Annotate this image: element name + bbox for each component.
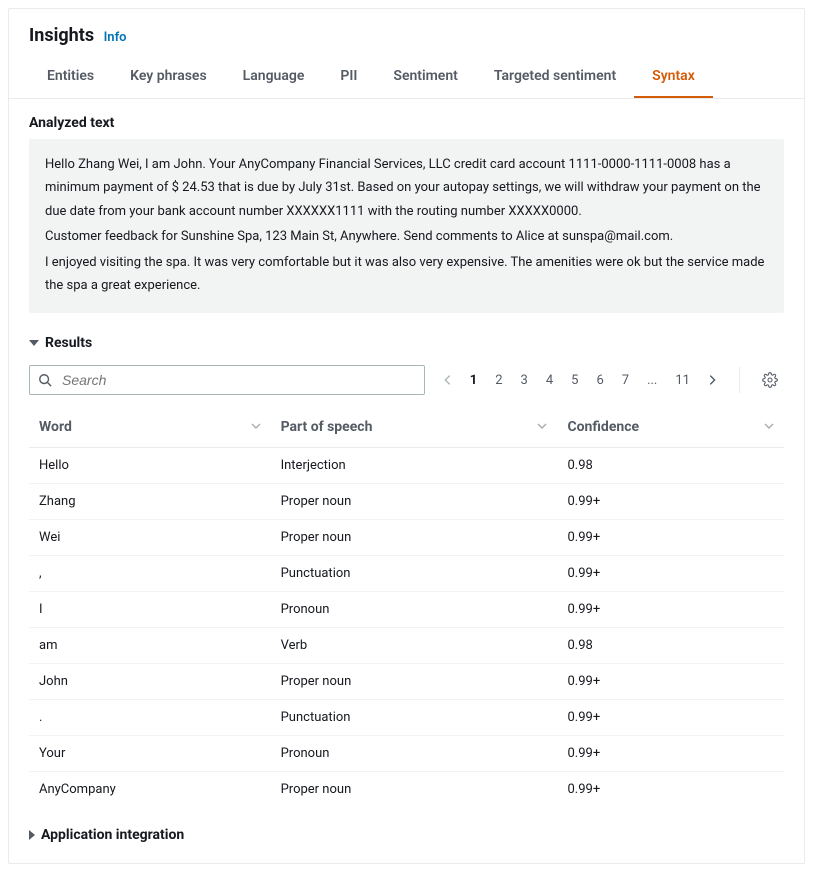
cell-pos: Punctuation xyxy=(271,556,558,592)
pager-page-2[interactable]: 2 xyxy=(488,369,509,392)
cell-pos: Proper noun xyxy=(271,664,558,700)
insights-panel: Insights Info Entities Key phrases Langu… xyxy=(8,8,805,864)
cell-pos: Proper noun xyxy=(271,484,558,520)
cell-word: am xyxy=(29,628,271,664)
results-heading: Results xyxy=(45,335,92,351)
table-row: ,Punctuation0.99+ xyxy=(29,556,784,592)
cell-word: Zhang xyxy=(29,484,271,520)
table-row: AnyCompanyProper noun0.99+ xyxy=(29,772,784,808)
separator xyxy=(739,367,740,393)
table-row: WeiProper noun0.99+ xyxy=(29,520,784,556)
pager-page-7[interactable]: 7 xyxy=(615,369,636,392)
table-row: YourPronoun0.99+ xyxy=(29,736,784,772)
results-toggle[interactable]: Results xyxy=(29,335,784,351)
chevron-left-icon xyxy=(441,373,455,387)
app-integration-toggle[interactable]: Application integration xyxy=(29,827,784,843)
cell-word: , xyxy=(29,556,271,592)
tab-pii[interactable]: PII xyxy=(322,56,375,98)
pager-prev[interactable] xyxy=(437,369,459,391)
pager-page-6[interactable]: 6 xyxy=(589,369,610,392)
table-row: .Punctuation0.99+ xyxy=(29,700,784,736)
column-header-conf[interactable]: Confidence xyxy=(557,407,784,448)
cell-word: Wei xyxy=(29,520,271,556)
tab-entities[interactable]: Entities xyxy=(29,56,112,98)
pager-page-3[interactable]: 3 xyxy=(514,369,535,392)
pager-page-4[interactable]: 4 xyxy=(539,369,560,392)
cell-word: Hello xyxy=(29,448,271,484)
info-link[interactable]: Info xyxy=(104,30,127,45)
table-header-row: Word Part of speech Confidence xyxy=(29,407,784,448)
table-row: HelloInterjection0.98 xyxy=(29,448,784,484)
pager: 1 2 3 4 5 6 7 ... 11 xyxy=(437,365,723,395)
content: Analyzed text Hello Zhang Wei, I am John… xyxy=(9,99,804,863)
search-input[interactable] xyxy=(29,365,425,395)
cell-word: AnyCompany xyxy=(29,772,271,808)
pager-page-11[interactable]: 11 xyxy=(668,369,697,392)
cell-conf: 0.99+ xyxy=(557,736,784,772)
table-row: ZhangProper noun0.99+ xyxy=(29,484,784,520)
analyzed-paragraph: Hello Zhang Wei, I am John. Your AnyComp… xyxy=(45,153,768,223)
settings-button[interactable] xyxy=(756,365,784,395)
cell-word: . xyxy=(29,700,271,736)
analyzed-paragraph: I enjoyed visiting the spa. It was very … xyxy=(45,251,768,298)
pager-page-5[interactable]: 5 xyxy=(564,369,585,392)
cell-conf: 0.99+ xyxy=(557,556,784,592)
table-row: JohnProper noun0.99+ xyxy=(29,664,784,700)
cell-pos: Pronoun xyxy=(271,736,558,772)
caret-right-icon xyxy=(29,830,35,840)
column-header-pos[interactable]: Part of speech xyxy=(271,407,558,448)
cell-conf: 0.99+ xyxy=(557,700,784,736)
cell-pos: Proper noun xyxy=(271,772,558,808)
cell-pos: Proper noun xyxy=(271,520,558,556)
tab-sentiment[interactable]: Sentiment xyxy=(375,56,475,98)
column-header-conf-label: Confidence xyxy=(567,419,639,435)
pager-next[interactable] xyxy=(701,369,723,391)
cell-pos: Interjection xyxy=(271,448,558,484)
analyzed-text-heading: Analyzed text xyxy=(29,115,784,131)
panel-title: Insights xyxy=(29,25,94,46)
app-integration-heading: Application integration xyxy=(41,827,184,843)
analyzed-text-box: Hello Zhang Wei, I am John. Your AnyComp… xyxy=(29,139,784,313)
table-row: IPronoun0.99+ xyxy=(29,592,784,628)
cell-conf: 0.99+ xyxy=(557,484,784,520)
cell-word: John xyxy=(29,664,271,700)
cell-word: Your xyxy=(29,736,271,772)
chevron-right-icon xyxy=(705,373,719,387)
tab-language[interactable]: Language xyxy=(225,56,323,98)
cell-conf: 0.99+ xyxy=(557,592,784,628)
cell-pos: Verb xyxy=(271,628,558,664)
cell-conf: 0.99+ xyxy=(557,520,784,556)
sort-icon xyxy=(537,419,547,435)
tab-syntax[interactable]: Syntax xyxy=(634,56,713,98)
results-table: Word Part of speech Confidence HelloInte… xyxy=(29,407,784,807)
cell-word: I xyxy=(29,592,271,628)
column-header-word-label: Word xyxy=(39,419,72,435)
search-wrap xyxy=(29,365,425,395)
column-header-pos-label: Part of speech xyxy=(281,419,373,435)
table-row: amVerb0.98 xyxy=(29,628,784,664)
analyzed-paragraph: Customer feedback for Sunshine Spa, 123 … xyxy=(45,225,768,248)
column-header-word[interactable]: Word xyxy=(29,407,271,448)
cell-conf: 0.98 xyxy=(557,628,784,664)
tab-targeted-sentiment[interactable]: Targeted sentiment xyxy=(476,56,634,98)
panel-header: Insights Info xyxy=(9,9,804,56)
caret-down-icon xyxy=(29,340,39,346)
cell-pos: Punctuation xyxy=(271,700,558,736)
tabs: Entities Key phrases Language PII Sentim… xyxy=(9,56,804,99)
cell-conf: 0.99+ xyxy=(557,664,784,700)
gear-icon xyxy=(762,372,778,388)
sort-icon xyxy=(764,419,774,435)
cell-pos: Pronoun xyxy=(271,592,558,628)
tab-key-phrases[interactable]: Key phrases xyxy=(112,56,225,98)
search-icon xyxy=(38,373,52,387)
pager-page-1[interactable]: 1 xyxy=(463,369,484,392)
sort-icon xyxy=(251,419,261,435)
cell-conf: 0.99+ xyxy=(557,772,784,808)
cell-conf: 0.98 xyxy=(557,448,784,484)
results-toolbar: 1 2 3 4 5 6 7 ... 11 xyxy=(29,365,784,395)
pager-ellipsis: ... xyxy=(640,369,664,392)
